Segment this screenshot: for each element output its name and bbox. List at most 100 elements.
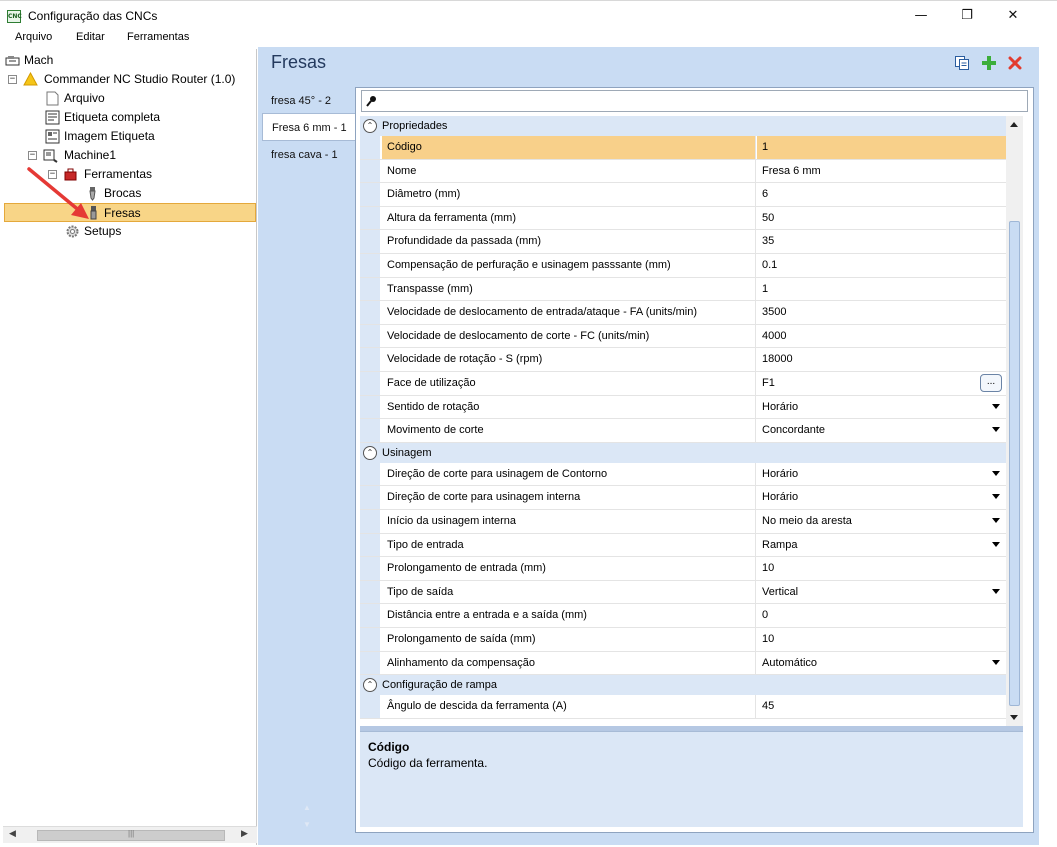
- category-header[interactable]: ⌃ Usinagem: [360, 442, 1006, 463]
- property-row[interactable]: Direção de corte para usinagem interna Ho…: [360, 486, 1006, 510]
- property-value[interactable]: Vertical: [757, 581, 1006, 604]
- property-value[interactable]: 0: [757, 604, 1006, 627]
- property-value[interactable]: 0.1: [757, 254, 1006, 277]
- property-row[interactable]: Movimento de corte Concordante: [360, 419, 1006, 443]
- collapse-category-icon[interactable]: ⌃: [363, 678, 377, 693]
- tree-horizontal-scrollbar[interactable]: ◀ ||| ▶: [3, 826, 257, 843]
- scroll-right-icon[interactable]: ▶: [241, 829, 248, 839]
- property-row[interactable]: Distância entre a entrada e a saída (mm)…: [360, 604, 1006, 628]
- property-value[interactable]: Horário: [757, 396, 1006, 419]
- dropdown-arrow-icon[interactable]: [992, 588, 1000, 594]
- delete-icon[interactable]: [1007, 55, 1023, 71]
- description-panel: Código Código da ferramenta.: [360, 731, 1023, 827]
- property-row[interactable]: Prolongamento de saída (mm) 10: [360, 628, 1006, 652]
- property-grid: ⌃ Propriedades Código 1 Nome Fresa 6 mm Diâmet…: [360, 116, 1006, 726]
- add-icon[interactable]: [981, 55, 997, 71]
- menu-editar[interactable]: Editar: [76, 31, 105, 43]
- ellipsis-button[interactable]: ...: [980, 374, 1002, 392]
- maximize-button[interactable]: ❐: [944, 1, 990, 31]
- dropdown-arrow-icon[interactable]: [992, 470, 1000, 476]
- tab-scroll-down-icon[interactable]: ▼: [303, 820, 311, 829]
- close-window-button[interactable]: ✕: [990, 1, 1036, 31]
- property-row[interactable]: Ângulo de descida da ferramenta (A) 45: [360, 695, 1006, 719]
- property-name: Altura da ferramenta (mm): [382, 206, 756, 230]
- property-value[interactable]: 18000: [757, 348, 1006, 371]
- property-row[interactable]: Tipo de saída Vertical: [360, 580, 1006, 605]
- row-margin: [360, 324, 380, 348]
- property-value[interactable]: Rampa: [757, 534, 1006, 557]
- row-margin: [360, 486, 380, 509]
- property-row[interactable]: Compensação de perfuração e usinagem pas…: [360, 254, 1006, 278]
- minimize-button[interactable]: —: [898, 1, 944, 31]
- property-row[interactable]: Sentido de rotação Horário: [360, 395, 1006, 420]
- collapse-category-icon[interactable]: ⌃: [363, 119, 377, 133]
- property-value[interactable]: 10: [757, 557, 1006, 580]
- property-value[interactable]: 45: [757, 695, 1006, 718]
- property-value[interactable]: F1...: [757, 372, 1006, 395]
- scroll-up-icon[interactable]: [1010, 122, 1018, 127]
- property-row[interactable]: Velocidade de deslocamento de corte - FC…: [360, 324, 1006, 349]
- dropdown-arrow-icon[interactable]: [992, 427, 1000, 433]
- property-value[interactable]: 10: [757, 628, 1006, 651]
- grid-vertical-scrollbar[interactable]: [1006, 116, 1023, 726]
- property-row[interactable]: Velocidade de deslocamento de entrada/at…: [360, 301, 1006, 325]
- scroll-left-icon[interactable]: ◀: [9, 829, 16, 839]
- property-value[interactable]: 1: [757, 136, 1006, 159]
- dropdown-arrow-icon[interactable]: [992, 541, 1000, 547]
- property-value[interactable]: Horário: [757, 486, 1006, 509]
- property-row[interactable]: Direção de corte para usinagem de Contor…: [360, 462, 1006, 487]
- scroll-down-icon[interactable]: [1010, 715, 1018, 720]
- property-row[interactable]: Velocidade de rotação - S (rpm) 18000: [360, 348, 1006, 372]
- collapse-icon[interactable]: −: [8, 75, 17, 84]
- copy-icon[interactable]: [954, 55, 970, 71]
- property-row[interactable]: Código 1: [360, 136, 1006, 160]
- dropdown-arrow-icon[interactable]: [992, 518, 1000, 523]
- dropdown-arrow-icon[interactable]: [992, 494, 1000, 500]
- property-row[interactable]: Altura da ferramenta (mm) 50: [360, 206, 1006, 231]
- property-value-text: 3500: [762, 306, 787, 319]
- property-value[interactable]: Fresa 6 mm: [757, 160, 1006, 183]
- property-value[interactable]: 4000: [757, 325, 1006, 348]
- category-header[interactable]: ⌃ Configuração de rampa: [360, 675, 1006, 696]
- property-row[interactable]: Face de utilização F1...: [360, 372, 1006, 396]
- property-value[interactable]: 6: [757, 183, 1006, 206]
- dropdown-arrow-icon[interactable]: [992, 403, 1000, 409]
- machine-icon: [5, 56, 20, 66]
- property-row[interactable]: Nome Fresa 6 mm: [360, 159, 1006, 184]
- property-name: Tipo de entrada: [382, 533, 756, 557]
- collapse-category-icon[interactable]: ⌃: [363, 445, 377, 460]
- property-name: Início da usinagem interna: [382, 510, 756, 533]
- property-value[interactable]: Horário: [757, 463, 1006, 486]
- menu-ferramentas[interactable]: Ferramentas: [127, 31, 189, 43]
- property-value[interactable]: No meio da aresta: [757, 510, 1006, 533]
- property-row[interactable]: Diâmetro (mm) 6: [360, 183, 1006, 207]
- category-header[interactable]: ⌃ Propriedades: [360, 116, 1006, 136]
- row-margin: [360, 395, 380, 419]
- property-row[interactable]: Profundidade da passada (mm) 35: [360, 230, 1006, 254]
- tree-item-label: Brocas: [104, 186, 142, 200]
- property-row[interactable]: Alinhamento da compensação Automático: [360, 651, 1006, 676]
- search-input[interactable]: [361, 90, 1028, 112]
- dropdown-arrow-icon[interactable]: [992, 659, 1000, 665]
- property-name: Direção de corte para usinagem de Contor…: [382, 462, 756, 486]
- property-row[interactable]: Início da usinagem interna No meio da are…: [360, 510, 1006, 534]
- property-row[interactable]: Tipo de entrada Rampa: [360, 533, 1006, 558]
- property-value[interactable]: 3500: [757, 301, 1006, 324]
- collapse-icon[interactable]: −: [28, 151, 37, 160]
- property-value[interactable]: 35: [757, 230, 1006, 253]
- tab-scroll-up-icon[interactable]: ▲: [303, 803, 311, 812]
- tab-fresa-45[interactable]: fresa 45° - 2: [262, 87, 355, 115]
- property-value[interactable]: Concordante: [757, 419, 1006, 442]
- property-value[interactable]: 1: [757, 278, 1006, 301]
- tab-fresa-6mm[interactable]: Fresa 6 mm - 1: [262, 113, 355, 141]
- property-row[interactable]: Transpasse (mm) 1: [360, 277, 1006, 302]
- property-name: Código: [382, 136, 756, 159]
- scroll-thumb[interactable]: [1009, 221, 1020, 706]
- menu-arquivo[interactable]: Arquivo: [15, 31, 52, 43]
- property-row[interactable]: Prolongamento de entrada (mm) 10: [360, 557, 1006, 581]
- row-margin: [360, 206, 380, 230]
- property-value-text: 18000: [762, 353, 793, 366]
- property-value[interactable]: Automático: [757, 652, 1006, 675]
- tab-fresa-cava[interactable]: fresa cava - 1: [262, 141, 355, 169]
- property-value[interactable]: 50: [757, 207, 1006, 230]
